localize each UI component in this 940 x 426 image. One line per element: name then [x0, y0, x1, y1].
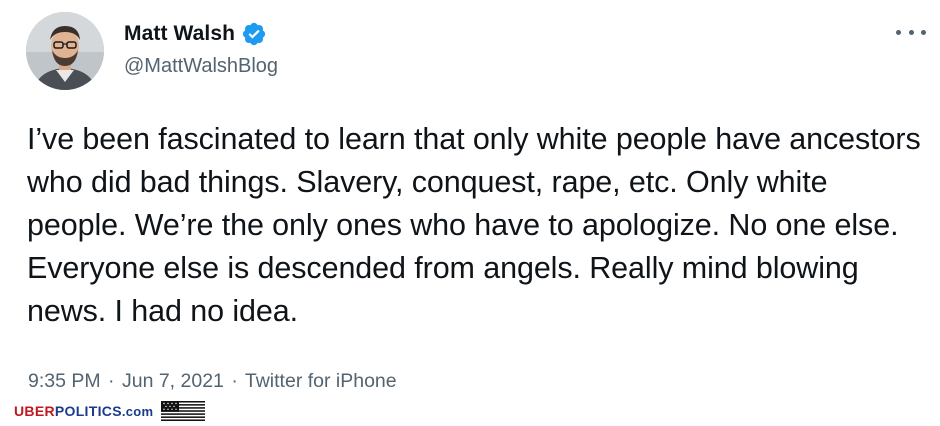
author-name-row[interactable]: Matt Walsh — [124, 21, 267, 47]
watermark-politics: POLITICS — [54, 403, 122, 419]
tweet-date[interactable]: Jun 7, 2021 — [122, 370, 224, 392]
avatar-image — [26, 12, 104, 90]
avatar[interactable] — [26, 12, 104, 90]
watermark-com: .com — [121, 404, 154, 419]
tweet-time[interactable]: 9:35 PM — [28, 370, 101, 392]
display-name[interactable]: Matt Walsh — [124, 22, 235, 46]
dot — [896, 29, 901, 35]
meta-separator: · — [108, 370, 115, 392]
watermark-text: UBERPOLITICS.com — [14, 403, 153, 419]
tweet-meta: 9:35 PM · Jun 7, 2021 · Twitter for iPho… — [28, 370, 397, 393]
handle[interactable]: @MattWalshBlog — [124, 55, 278, 78]
dot — [908, 29, 914, 35]
verified-badge-icon — [241, 21, 267, 47]
us-flag-icon — [161, 401, 206, 421]
more-horizontal-icon[interactable] — [896, 22, 926, 42]
tweet-text: I’ve been fascinated to learn that only … — [27, 122, 921, 328]
dot — [921, 29, 926, 35]
tweet-source[interactable]: Twitter for iPhone — [245, 370, 397, 392]
meta-separator: · — [231, 370, 238, 392]
watermark-uber: UBER — [14, 403, 55, 419]
watermark: UBERPOLITICS.com — [14, 401, 206, 421]
